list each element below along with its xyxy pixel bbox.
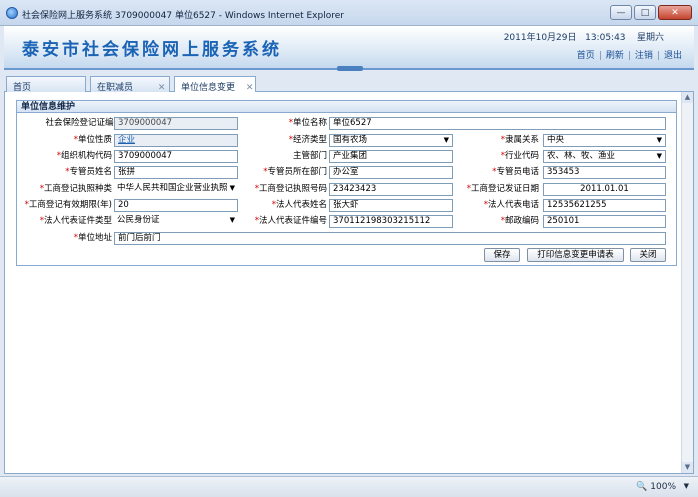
scroll-up-icon[interactable]: ▲: [682, 92, 693, 103]
valid-years-label: *工商登记有效期限(年): [24, 200, 112, 210]
unit-info-panel: 单位信息维护 社会保险登记证编码 3709000047 *单位名称 单位6527…: [16, 100, 677, 266]
link-home[interactable]: 首页: [577, 51, 595, 61]
legal-name-field[interactable]: 张大虾: [329, 199, 453, 212]
address-field[interactable]: 前门后前门: [114, 232, 666, 245]
address-label: *单位地址: [73, 233, 112, 243]
manager-name-label: *专管员姓名: [65, 167, 112, 177]
manager-dept-field[interactable]: 办公室: [329, 166, 453, 179]
tab-unit-info-change[interactable]: 单位信息变更 ✕: [174, 76, 256, 93]
postcode-label: *邮政编码: [500, 216, 539, 226]
manager-name-field[interactable]: 张拼: [114, 166, 238, 179]
id-type-label: *法人代表证件类型: [39, 216, 112, 226]
license-type-label: *工商登记执照种类: [39, 184, 112, 194]
issue-date-field[interactable]: 2011.01.01: [543, 183, 666, 196]
dept-field[interactable]: 产业集团: [329, 150, 453, 163]
window-title: 社会保险网上服务系统 3709000047 单位6527 - Windows I…: [22, 11, 344, 21]
link-exit[interactable]: 退出: [664, 51, 682, 61]
unit-type-label: *单位性质: [73, 135, 112, 145]
chevron-down-icon: ▼: [656, 136, 662, 144]
industry-select[interactable]: 农、林、牧、渔业 ▼: [543, 150, 666, 163]
legal-phone-label: *法人代表电话: [483, 200, 539, 210]
org-code-label: *组织机构代码: [56, 151, 112, 161]
header-date: 2011年10月29日: [503, 33, 577, 43]
manager-phone-label: *专管员电话: [492, 167, 539, 177]
valid-years-field[interactable]: 20: [114, 199, 238, 212]
unit-type-field: 企业: [114, 134, 238, 147]
tab-home[interactable]: 首页: [6, 76, 86, 93]
econ-type-label: *经济类型: [288, 135, 327, 145]
chevron-down-icon[interactable]: ▼: [684, 482, 689, 490]
industry-label: *行业代码: [500, 151, 539, 161]
panel-title: 单位信息维护: [17, 101, 676, 113]
legal-name-label: *法人代表姓名: [271, 200, 327, 210]
app-title: 泰安市社会保险网上服务系统: [22, 40, 282, 60]
chevron-down-icon: ▼: [656, 152, 662, 160]
header-links: 首页 | 刷新 | 注销 | 退出: [576, 51, 682, 61]
ie-icon: [6, 7, 18, 19]
id-no-label: *法人代表证件编号: [254, 216, 327, 226]
zoom-level[interactable]: 🔍 100%: [636, 482, 676, 492]
link-refresh[interactable]: 刷新: [606, 51, 624, 61]
header-weekday: 星期六: [636, 33, 664, 43]
manager-dept-label: *专管员所在部门: [263, 167, 327, 177]
link-logout[interactable]: 注销: [635, 51, 653, 61]
reg-code-field: 3709000047: [114, 117, 238, 130]
minimize-button[interactable]: —: [610, 5, 632, 20]
unit-name-field[interactable]: 单位6527: [329, 117, 666, 130]
window-controls: — □ ✕: [610, 5, 692, 20]
main-content: ▲ ▼ 单位信息维护 社会保险登记证编码 3709000047 *单位名称 单位…: [4, 92, 694, 474]
affiliation-label: *隶属关系: [500, 135, 539, 145]
save-button[interactable]: 保存: [484, 248, 520, 262]
app-header: 泰安市社会保险网上服务系统 2011年10月29日 13:05:43 星期六 首…: [4, 26, 694, 71]
print-change-form-button[interactable]: 打印信息变更申请表: [527, 248, 624, 262]
id-type-select[interactable]: 公民身份证 ▼: [114, 215, 238, 228]
tab-staff-reduction[interactable]: 在职减员 ✕: [90, 76, 170, 93]
reg-code-label: 社会保险登记证编码: [45, 118, 122, 128]
window-titlebar: 社会保险网上服务系统 3709000047 单位6527 - Windows I…: [0, 0, 698, 26]
license-type-select[interactable]: 中华人民共和国企业营业执照 ▼: [114, 183, 238, 196]
maximize-button[interactable]: □: [634, 5, 656, 20]
dept-label: 主管部门: [292, 151, 327, 161]
close-button[interactable]: 关闭: [630, 248, 666, 262]
org-code-field[interactable]: 3709000047: [114, 150, 238, 163]
license-no-field[interactable]: 23423423: [329, 183, 453, 196]
legal-phone-field[interactable]: 12535621255: [543, 199, 666, 212]
id-no-field[interactable]: 370112198303215112: [329, 215, 453, 228]
econ-type-select[interactable]: 国有农场 ▼: [329, 134, 453, 147]
postcode-field[interactable]: 250101: [543, 215, 666, 228]
scroll-down-icon[interactable]: ▼: [682, 462, 693, 473]
header-collapse-handle[interactable]: [337, 66, 363, 71]
unit-name-label: *单位名称: [288, 118, 327, 128]
issue-date-label: *工商登记发证日期: [466, 184, 539, 194]
header-datetime: 2011年10月29日 13:05:43 星期六: [504, 30, 664, 43]
header-time: 13:05:43: [585, 33, 626, 43]
close-window-button[interactable]: ✕: [658, 5, 692, 20]
license-no-label: *工商登记执照号码: [254, 184, 327, 194]
status-bar: 🔍 100% ▼: [0, 476, 698, 497]
affiliation-select[interactable]: 中央 ▼: [543, 134, 666, 147]
manager-phone-field[interactable]: 353453: [543, 166, 666, 179]
vertical-scrollbar[interactable]: ▲ ▼: [681, 92, 693, 473]
tab-bar: 首页 在职减员 ✕ 单位信息变更 ✕: [4, 74, 694, 93]
